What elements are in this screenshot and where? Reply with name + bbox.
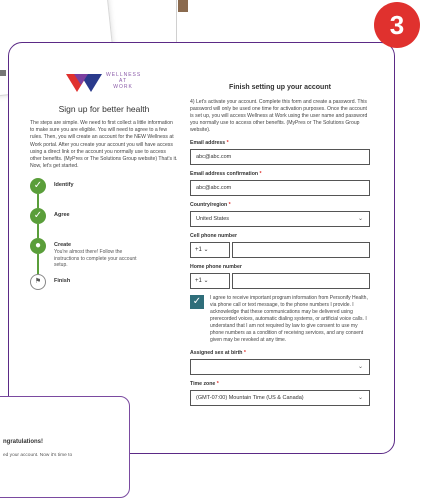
chevron-down-icon: ⌄ [203,247,209,253]
home-phone-group: +1 ⌄ [190,273,370,289]
consent-row: ✓ I agree to receive important program i… [190,295,370,344]
step-agree: ✓ Agree [30,208,178,238]
logo-mark-purple [74,74,88,85]
country-select[interactable]: United States ⌄ [190,211,370,227]
flag-icon: ⚑ [30,274,46,291]
wellness-at-work-logo: WELLNESS AT WORK [66,72,178,96]
timezone-label: Time zone * [190,381,219,387]
sex-select[interactable]: ⌄ [190,359,370,375]
cell-country-code-select[interactable]: +1 ⌄ [190,242,230,258]
congratulations-card: ngratulations! ed your account. Now it's… [0,396,130,498]
consent-text: I agree to receive important program inf… [210,295,368,343]
form-title: Finish setting up your account [229,84,331,91]
congratulations-text: ed your account. Now it's time to [3,453,73,458]
email-confirm-field[interactable]: abc@abc.com [190,180,370,196]
sex-label: Assigned sex at birth * [190,350,246,356]
home-phone-input[interactable] [231,273,370,289]
chevron-down-icon: ⌄ [357,364,363,370]
email-field[interactable]: abc@abc.com [190,149,370,165]
account-form: Finish setting up your account 4) Let's … [190,84,370,406]
background-fragment [0,70,6,76]
cell-phone-input[interactable] [231,242,370,258]
step-number-badge: 3 [374,2,420,48]
check-icon: ✓ [30,208,46,225]
timezone-select[interactable]: (GMT-07:00) Mountain Time (US & Canada) ⌄ [190,390,370,406]
home-phone-label: Home phone number [190,264,242,270]
form-intro: 4) Let's activate your account. Complete… [190,99,368,133]
cell-phone-label: Cell phone number [190,233,237,239]
home-country-code-select[interactable]: +1 ⌄ [190,273,230,289]
step-identify: ✓ Identify [30,178,178,208]
signup-intro: The steps are simple. We need to first c… [30,120,178,170]
congratulations-title: ngratulations! [3,439,43,445]
email-label: Email address * [190,140,229,146]
chevron-down-icon: ⌄ [357,216,363,222]
chevron-down-icon: ⌄ [357,395,363,401]
consent-checkbox[interactable]: ✓ [190,295,204,309]
logo-wordmark: WELLNESS AT WORK [106,72,142,90]
signup-title: Sign up for better health [58,104,150,114]
progress-steps: ✓ Identify ✓ Agree ● Create You're almos… [30,178,178,304]
background-photo [178,0,188,12]
check-icon: ✓ [30,178,46,195]
email-confirm-label: Email address confirmation * [190,171,262,177]
cell-phone-group: +1 ⌄ [190,242,370,258]
step-finish: ⚑ Finish [30,274,178,304]
left-panel: WELLNESS AT WORK Sign up for better heal… [30,72,178,304]
country-label: Country/region * [190,202,231,208]
step-create: ● Create You're almost there! Follow the… [30,238,178,274]
user-icon: ● [30,238,46,255]
chevron-down-icon: ⌄ [203,278,209,284]
